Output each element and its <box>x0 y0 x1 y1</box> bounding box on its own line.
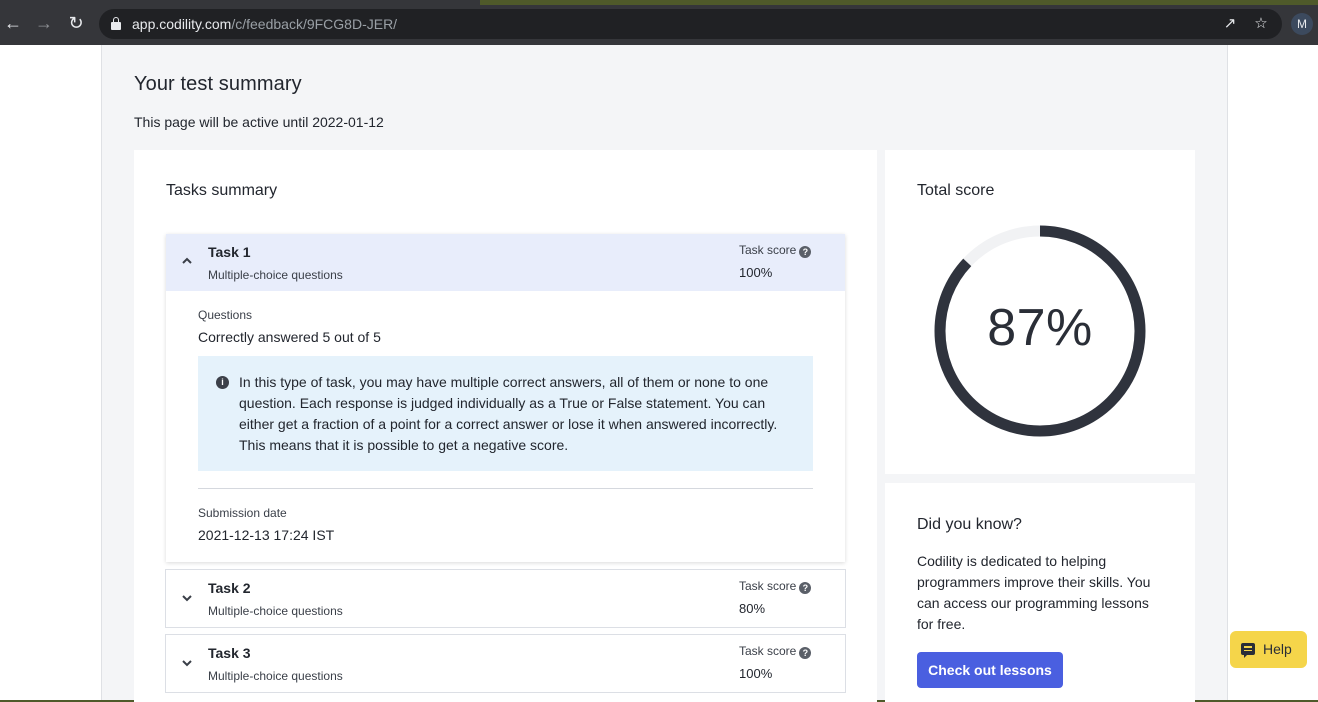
questions-label: Questions <box>198 308 253 322</box>
task-score-label: Task score? <box>739 243 812 258</box>
task-panel-expanded: Task 1 Multiple-choice questions Task sc… <box>166 234 845 562</box>
share-icon[interactable]: ↗ <box>1220 14 1240 34</box>
help-question-icon[interactable]: ? <box>799 582 812 594</box>
star-icon[interactable]: ☆ <box>1251 14 1271 34</box>
tab-strip <box>0 0 1318 5</box>
total-score-value: 87% <box>987 299 1093 357</box>
info-icon: i <box>216 376 229 389</box>
active-tab-edge <box>0 0 480 5</box>
tasks-summary-title: Tasks summary <box>166 182 278 199</box>
task-score-label: Task score? <box>739 644 812 659</box>
task-score-label: Task score? <box>739 579 812 594</box>
active-until-text: This page will be active until 2022-01-1… <box>134 114 384 130</box>
task-row[interactable]: Task 2 Multiple-choice questions Task sc… <box>165 569 846 628</box>
questions-value: Correctly answered 5 out of 5 <box>198 329 381 345</box>
reload-icon[interactable]: ↻ <box>65 12 87 34</box>
task-type: Multiple-choice questions <box>208 669 343 683</box>
task-score-value: 100% <box>739 265 773 280</box>
divider <box>198 488 813 489</box>
task-score-value: 100% <box>739 666 773 681</box>
help-button[interactable]: Help <box>1230 631 1307 668</box>
task-type: Multiple-choice questions <box>208 268 343 282</box>
url-path: /c/feedback/9FCG8D-JER/ <box>231 16 398 32</box>
chevron-down-icon[interactable] <box>180 656 194 670</box>
task-score-label-text: Task score <box>739 644 797 658</box>
task-name: Task 1 <box>208 244 251 260</box>
help-label: Help <box>1263 641 1292 657</box>
browser-toolbar: ← → ↻ app.codility.com/c/feedback/9FCG8D… <box>0 0 1318 45</box>
profile-avatar[interactable]: M <box>1291 13 1313 35</box>
task-row[interactable]: Task 3 Multiple-choice questions Task sc… <box>165 634 846 693</box>
back-arrow-icon[interactable]: ← <box>2 12 24 34</box>
help-question-icon[interactable]: ? <box>799 647 812 659</box>
submission-date-label: Submission date <box>198 506 287 520</box>
chevron-down-icon[interactable] <box>180 591 194 605</box>
check-out-lessons-button[interactable]: Check out lessons <box>917 652 1063 688</box>
task-name: Task 3 <box>208 645 251 661</box>
chevron-up-icon[interactable] <box>180 254 194 268</box>
task-score-value: 80% <box>739 601 766 616</box>
task-name: Task 2 <box>208 580 251 596</box>
task-score-label-text: Task score <box>739 243 797 257</box>
url-host: app.codility.com <box>132 16 232 32</box>
did-you-know-text: Codility is dedicated to helping program… <box>917 553 1151 632</box>
url-text[interactable]: app.codility.com/c/feedback/9FCG8D-JER/ <box>132 16 397 32</box>
task-header[interactable]: Task 1 Multiple-choice questions Task sc… <box>166 234 845 291</box>
info-box: i In this type of task, you may have mul… <box>198 356 813 471</box>
help-question-icon[interactable]: ? <box>799 246 812 258</box>
forward-arrow-icon[interactable]: → <box>33 12 55 34</box>
address-bar[interactable]: app.codility.com/c/feedback/9FCG8D-JER/ … <box>99 9 1282 39</box>
did-you-know-title: Did you know? <box>917 516 1022 533</box>
task-score-label-text: Task score <box>739 579 797 593</box>
lock-icon[interactable] <box>111 17 121 30</box>
task-type: Multiple-choice questions <box>208 604 343 618</box>
chat-icon <box>1241 643 1255 658</box>
submission-date-value: 2021-12-13 17:24 IST <box>198 527 335 543</box>
total-score-title: Total score <box>917 182 995 199</box>
page-title: Your test summary <box>134 73 302 95</box>
info-text: In this type of task, you may have multi… <box>239 374 778 453</box>
